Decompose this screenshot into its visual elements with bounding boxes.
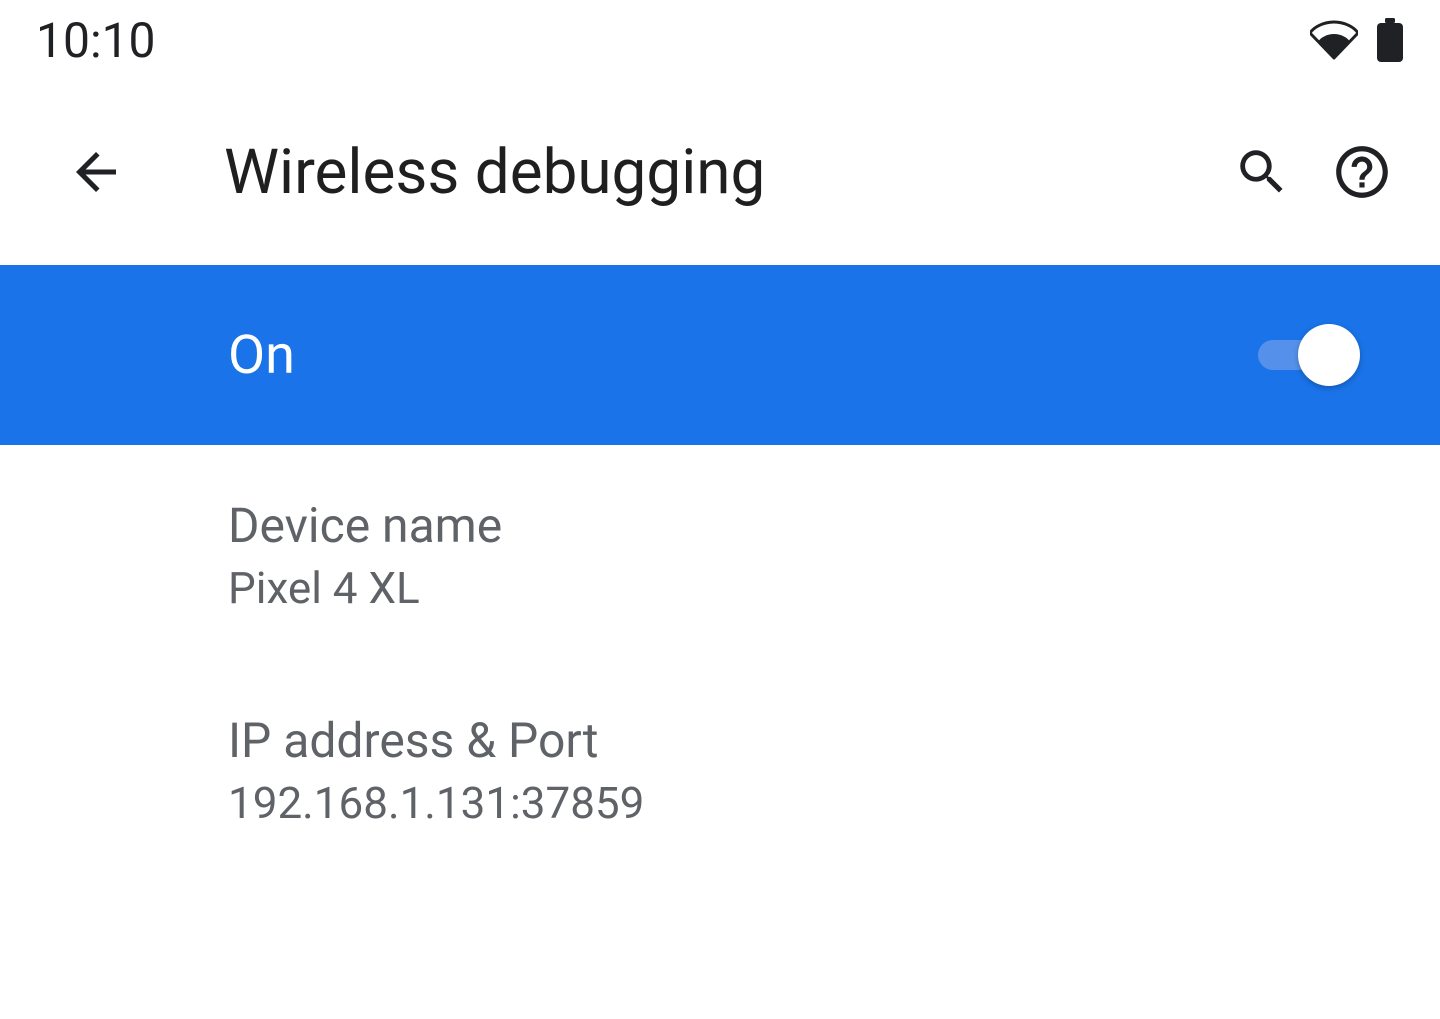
battery-icon: [1376, 18, 1404, 62]
master-switch-toggle[interactable]: [1258, 324, 1360, 386]
pref-device-name[interactable]: Device name Pixel 4 XL: [228, 445, 1380, 666]
pref-title: Device name: [228, 497, 1380, 554]
pref-summary: Pixel 4 XL: [228, 562, 1380, 614]
back-button[interactable]: [56, 132, 136, 212]
master-switch-banner[interactable]: On: [0, 265, 1440, 445]
arrow-left-icon: [66, 142, 126, 202]
app-bar: Wireless debugging: [0, 80, 1440, 265]
search-icon: [1233, 143, 1291, 201]
content: Device name Pixel 4 XL IP address & Port…: [0, 445, 1440, 881]
page-title: Wireless debugging: [224, 136, 1212, 209]
pref-summary: 192.168.1.131:37859: [228, 777, 1380, 829]
status-bar: 10:10: [0, 0, 1440, 80]
status-time: 10:10: [36, 12, 156, 69]
pref-title: IP address & Port: [228, 712, 1380, 769]
switch-thumb: [1298, 324, 1360, 386]
search-button[interactable]: [1212, 122, 1312, 222]
status-icons: [1310, 18, 1404, 62]
help-icon: [1331, 141, 1393, 203]
pref-ip-port[interactable]: IP address & Port 192.168.1.131:37859: [228, 666, 1380, 881]
master-switch-label: On: [228, 324, 1258, 387]
wifi-icon: [1310, 20, 1358, 60]
help-button[interactable]: [1312, 122, 1412, 222]
